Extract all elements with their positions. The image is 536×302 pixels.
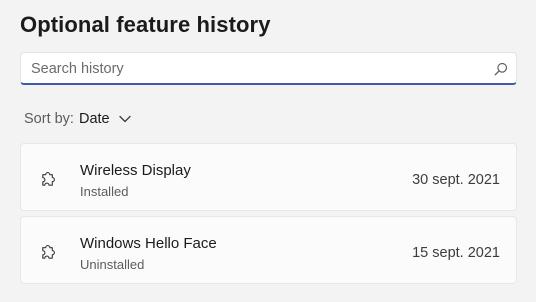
search-icon[interactable] — [494, 62, 508, 76]
feature-name: Windows Hello Face — [80, 235, 217, 252]
history-item-windows-hello-face[interactable]: Windows Hello Face Uninstalled 15 sept. … — [20, 216, 517, 284]
sort-dropdown[interactable]: Sort by: Date — [24, 108, 131, 130]
search-box[interactable] — [20, 52, 517, 85]
feature-date: 15 sept. 2021 — [412, 245, 500, 261]
page-title: Optional feature history — [20, 12, 271, 37]
history-item-wireless-display[interactable]: Wireless Display Installed 30 sept. 2021 — [20, 143, 517, 211]
puzzle-icon — [42, 172, 55, 186]
puzzle-icon — [42, 245, 55, 259]
feature-date: 30 sept. 2021 — [412, 172, 500, 188]
feature-name: Wireless Display — [80, 162, 191, 179]
sort-value[interactable]: Date — [79, 111, 110, 127]
sort-label: Sort by: — [24, 111, 74, 127]
chevron-down-icon[interactable] — [118, 115, 131, 123]
feature-status: Uninstalled — [80, 257, 145, 272]
feature-status: Installed — [80, 184, 129, 199]
search-input[interactable] — [31, 53, 471, 84]
